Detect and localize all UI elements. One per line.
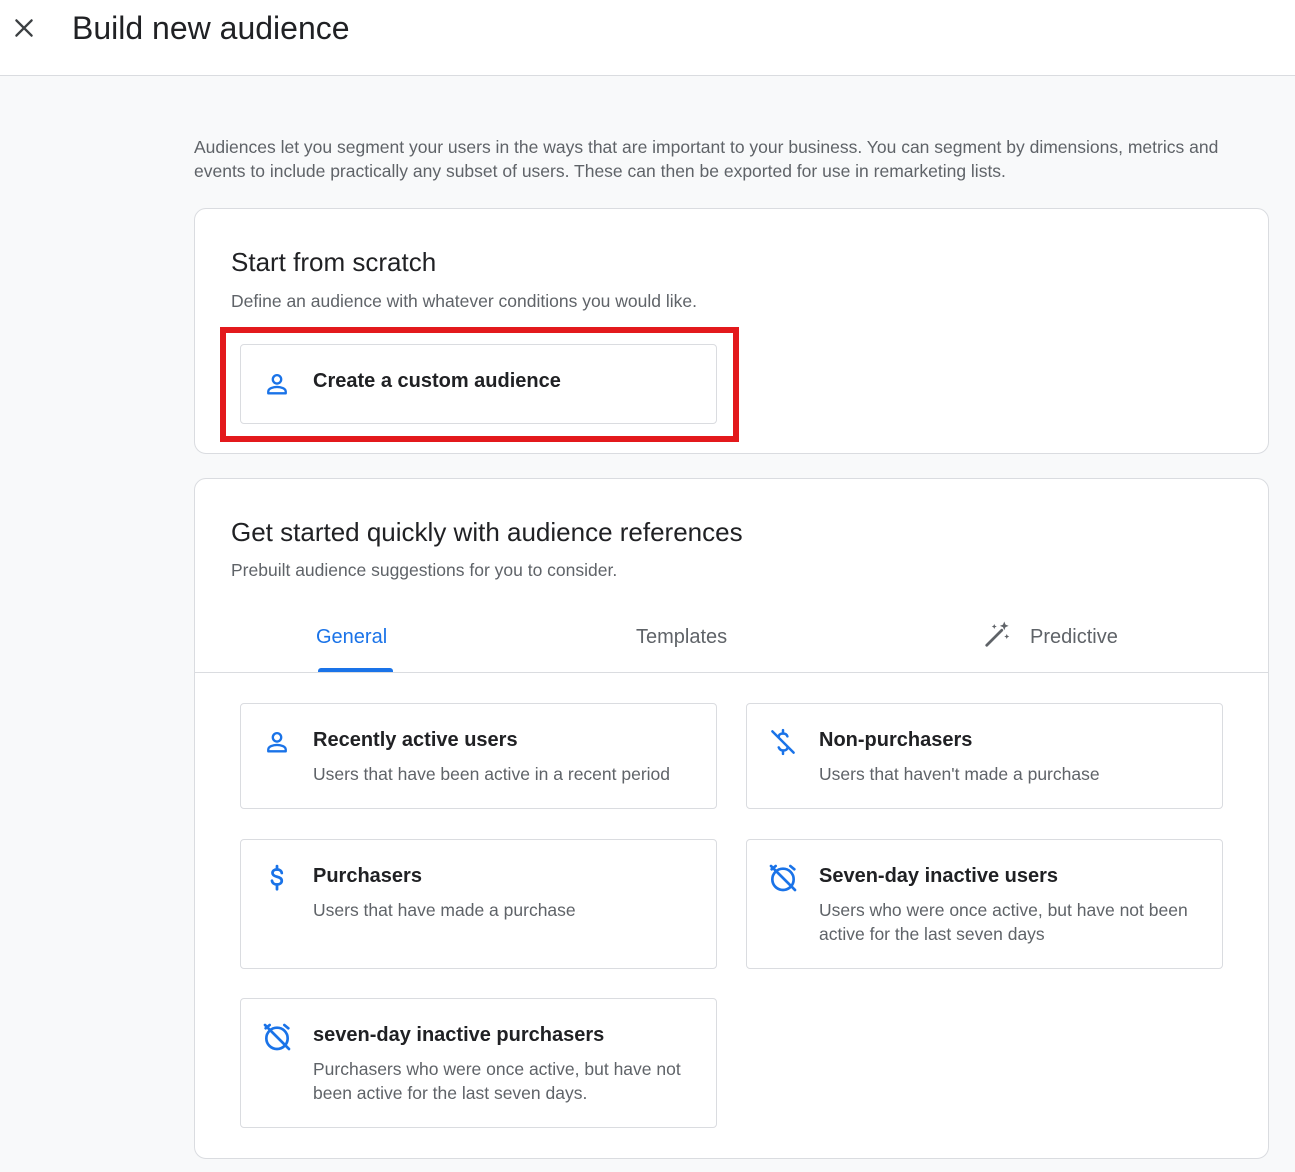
option-description: Users who were once active, but have not… [819, 900, 1188, 944]
scratch-title: Start from scratch [231, 247, 437, 277]
active-tab-indicator [318, 668, 393, 672]
dollar-icon [261, 862, 293, 894]
option-non-purchasers[interactable]: Non-purchasers Users that haven't made a… [746, 703, 1223, 809]
page-title: Build new audience [72, 10, 350, 46]
option-purchasers[interactable]: Purchasers Users that have made a purcha… [240, 839, 717, 969]
audience-references-card: Get started quickly with audience refere… [194, 478, 1269, 1159]
timer-off-icon [767, 862, 799, 894]
option-description: Users that have been active in a recent … [313, 764, 671, 784]
start-from-scratch-card: Start from scratch Define an audience wi… [194, 208, 1269, 454]
option-description: Purchasers who were once active, but hav… [313, 1059, 681, 1103]
option-title: seven-day inactive purchasers [313, 1024, 605, 1046]
option-title: Non-purchasers [819, 729, 973, 751]
close-button[interactable] [6, 10, 42, 46]
timer-off-icon [261, 1021, 293, 1053]
highlight-box [220, 327, 739, 442]
magic-wand-icon [985, 621, 1010, 647]
money-off-icon [767, 726, 799, 758]
top-bar: Build new audience [0, 0, 1295, 76]
tab-bar: General Templates Predictive [195, 607, 1268, 673]
option-title: Seven-day inactive users [819, 865, 1059, 887]
references-subtitle: Prebuilt audience suggestions for you to… [231, 560, 618, 580]
option-title: Recently active users [313, 729, 518, 751]
close-icon [15, 19, 33, 37]
option-description: Users that haven't made a purchase [819, 764, 1100, 784]
intro-text: Audiences let you segment your users in … [194, 137, 1219, 181]
references-title: Get started quickly with audience refere… [231, 517, 743, 547]
scratch-subtitle: Define an audience with whatever conditi… [231, 291, 697, 311]
option-seven-day-inactive-users[interactable]: Seven-day inactive users Users who were … [746, 839, 1223, 969]
tab-predictive[interactable]: Predictive [1030, 607, 1118, 673]
option-recently-active-users[interactable]: Recently active users Users that have be… [240, 703, 717, 809]
option-description: Users that have made a purchase [313, 900, 576, 920]
tab-templates[interactable]: Templates [636, 607, 727, 673]
option-seven-day-inactive-purchasers[interactable]: seven-day inactive purchasers Purchasers… [240, 998, 717, 1128]
person-icon [261, 726, 293, 758]
option-title: Purchasers [313, 865, 422, 887]
tab-general[interactable]: General [316, 607, 387, 673]
